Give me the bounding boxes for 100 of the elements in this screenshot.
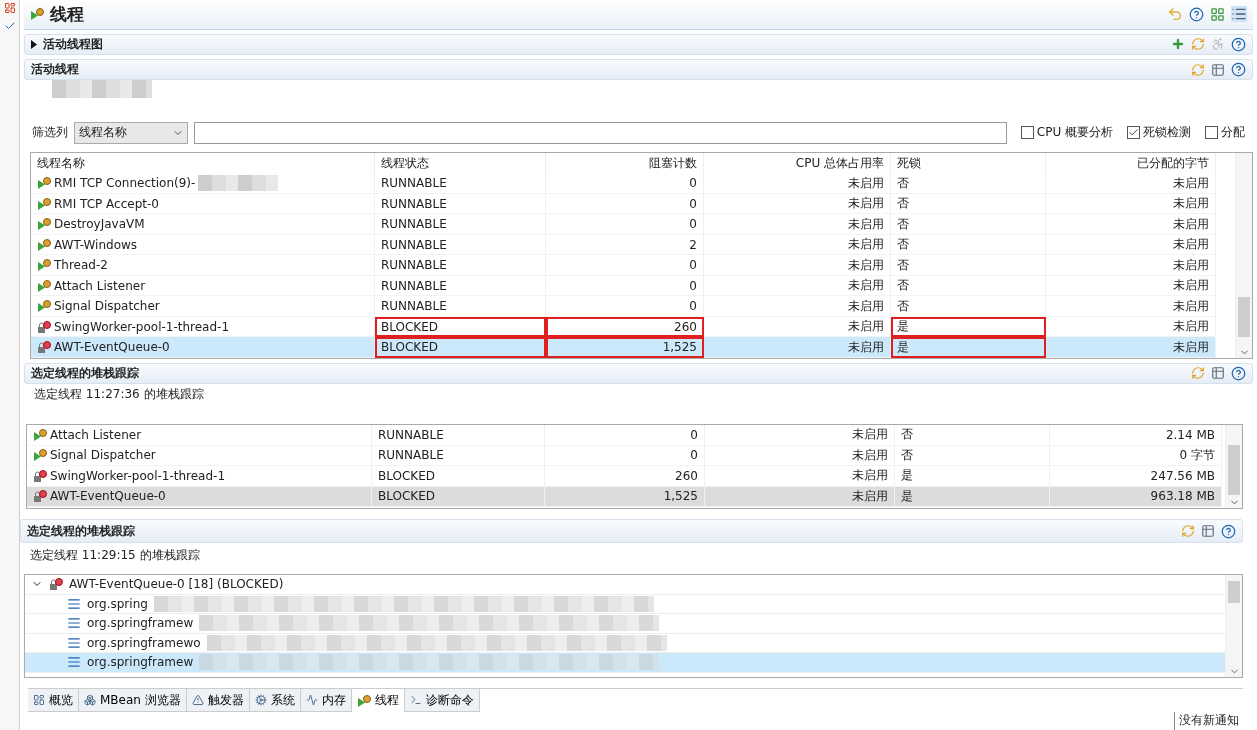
table-cell: 未启用 [705, 466, 895, 487]
column-header[interactable]: 线程状态 [375, 152, 546, 174]
table-cell: 未启用 [704, 173, 891, 194]
help-icon[interactable] [1231, 36, 1246, 52]
tree-node[interactable]: AWT-EventQueue-0 [18] (BLOCKED) [25, 575, 1225, 595]
table-cell: 0 [546, 255, 704, 276]
grid-icon[interactable] [1210, 6, 1225, 22]
table-cell: 是 [895, 486, 1050, 507]
tab[interactable]: 概览 [28, 689, 79, 712]
refresh-icon[interactable] [1191, 37, 1205, 52]
table-icon[interactable] [1201, 524, 1215, 538]
column-header[interactable]: 死锁 [891, 152, 1046, 174]
help-icon[interactable] [1231, 365, 1246, 381]
lines-icon [67, 655, 81, 670]
dashboard-icon [33, 694, 45, 706]
table-cell: RUNNABLE [372, 425, 545, 446]
table-cell: 是 [895, 466, 1050, 487]
lock-thread-icon [33, 468, 47, 483]
section-header[interactable]: 活动线程图 [24, 33, 1253, 56]
table-cell: 否 [895, 445, 1050, 466]
table-cell: Attach Listener [31, 275, 375, 297]
help-icon[interactable] [1221, 523, 1236, 539]
running-thread-icon [33, 427, 47, 442]
table-cell: 2 [546, 234, 704, 256]
tab[interactable]: 内存 [300, 689, 352, 712]
table-cell: 未启用 [1046, 296, 1216, 317]
table-cell: RUNNABLE [372, 445, 545, 466]
help-icon[interactable] [1189, 6, 1204, 22]
refresh-icon[interactable] [1191, 62, 1205, 77]
table-cell: 否 [891, 296, 1046, 317]
stack-frame[interactable]: org.spring [25, 594, 1225, 614]
table-cell: 否 [895, 425, 1050, 446]
running-thread-icon [37, 258, 51, 273]
table-cell: 未启用 [1046, 193, 1216, 215]
checkbox[interactable] [1205, 126, 1218, 140]
table-cell: 未启用 [705, 445, 895, 466]
scroll-thumb[interactable] [1228, 445, 1240, 495]
column-header[interactable]: CPU 总体占用率 [704, 152, 891, 174]
table-cell: 260 [546, 316, 704, 338]
table-cell: 1,525 [545, 486, 705, 507]
tab[interactable]: 系统 [249, 689, 301, 712]
table-cell: RMI TCP Connection(9)- [31, 173, 375, 194]
lock-thread-icon [33, 489, 47, 504]
table-cell: BLOCKED [372, 466, 545, 487]
add-icon[interactable] [1171, 37, 1185, 52]
table-cell: 0 字节 [1050, 445, 1222, 466]
table-cell: 未启用 [1046, 337, 1216, 358]
table-cell: Signal Dispatcher [31, 296, 375, 317]
column-dropdown[interactable]: 线程名称 [74, 121, 188, 144]
table-icon[interactable] [1211, 366, 1225, 381]
tab[interactable]: MBean 浏览器 [79, 689, 187, 712]
table-cell: 未启用 [1046, 275, 1216, 297]
stack-frame[interactable]: org.springframew [25, 653, 1225, 673]
column-header[interactable]: 阻塞计数 [546, 152, 704, 174]
running-thread-icon [356, 693, 371, 708]
checkbox[interactable] [1127, 126, 1140, 140]
scroll-thumb[interactable] [1238, 296, 1250, 337]
tab[interactable]: 诊断命令 [404, 689, 480, 712]
refresh-icon[interactable] [1191, 366, 1205, 381]
table-cell: 是 [891, 337, 1046, 358]
running-thread-icon [30, 7, 44, 22]
table-cell: Attach Listener [27, 425, 372, 446]
help-icon[interactable] [1231, 62, 1246, 78]
check-icon[interactable] [3, 20, 16, 32]
table-cell: 未启用 [704, 214, 891, 235]
checkbox-label: 死锁检测 [1143, 124, 1191, 142]
checkbox[interactable] [1020, 126, 1034, 140]
toolbar-icon[interactable] [3, 2, 16, 14]
table-cell: 0 [546, 296, 704, 317]
refresh-icon[interactable] [1181, 524, 1195, 538]
column-header[interactable]: 已分配的字节 [1046, 152, 1216, 174]
expand-triangle-icon[interactable] [31, 39, 37, 49]
section-header: 选定线程的堆栈跟踪 [24, 362, 1253, 385]
table-cell: 0 [546, 173, 704, 194]
stack-subtitle: 选定线程 11:27:36 的堆栈跟踪 [33, 386, 205, 404]
person-icon[interactable] [1211, 37, 1225, 52]
section-header: 活动线程 [24, 59, 1253, 81]
tab[interactable]: 触发器 [186, 689, 250, 712]
table-cell: 未启用 [1046, 255, 1216, 276]
scrollbar[interactable] [1225, 425, 1242, 508]
filter-field[interactable] [194, 121, 1007, 144]
scroll-thumb[interactable] [1228, 581, 1240, 603]
running-thread-icon [37, 196, 51, 211]
column-header[interactable]: 线程名称 [31, 152, 375, 174]
lock-thread-icon [37, 319, 51, 334]
table-cell: 未启用 [704, 193, 891, 215]
table-cell: 否 [891, 173, 1046, 194]
table-cell: 1,525 [546, 337, 704, 358]
table-cell: 0 [545, 425, 705, 446]
back-arrow-icon[interactable] [1167, 6, 1183, 23]
list-icon[interactable] [1231, 6, 1247, 23]
stack-frame[interactable]: org.springframew [25, 614, 1225, 634]
table-cell: 2.14 MB [1050, 425, 1222, 446]
checkbox-label: 分配 [1221, 124, 1245, 142]
running-thread-icon [37, 237, 51, 252]
table-icon[interactable] [1211, 62, 1225, 77]
scrollbar[interactable] [1235, 152, 1252, 358]
scrollbar[interactable] [1225, 575, 1242, 677]
gear-icon [254, 694, 267, 706]
checkbox-label: CPU 概要分析 [1036, 124, 1113, 142]
